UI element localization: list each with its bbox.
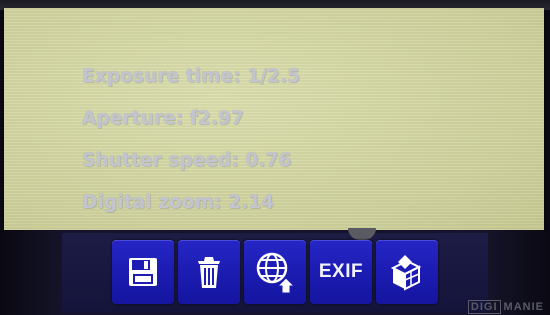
save-button[interactable] — [112, 240, 174, 304]
watermark: DIGI MANIE — [467, 300, 544, 314]
watermark-logo-part1: DIGI — [467, 300, 501, 314]
display-screen: Exposure time: 1/2.5 Aperture: f2.97 Shu… — [4, 8, 544, 230]
delete-button[interactable] — [178, 240, 240, 304]
exif-button[interactable]: EXIF — [310, 240, 372, 304]
crop-tool-icon — [390, 255, 422, 291]
exif-icon: EXIF — [318, 261, 364, 282]
aperture-label: Aperture: f2.97 — [82, 108, 244, 129]
shutter-speed-label: Shutter speed: 0.76 — [82, 150, 292, 171]
upload-to-web-button[interactable] — [244, 240, 306, 304]
edit-button[interactable] — [376, 240, 438, 304]
exposure-time-label: Exposure time: 1/2.5 — [82, 66, 301, 87]
watermark-logo-part2: MANIE — [503, 301, 544, 313]
save-disk-icon — [129, 258, 157, 286]
trash-icon — [198, 257, 220, 288]
digital-zoom-label: Digital zoom: 2.14 — [82, 192, 275, 213]
globe-upload-icon — [256, 252, 296, 294]
exif-info-panel: Exposure time: 1/2.5 Aperture: f2.97 Shu… — [82, 56, 300, 224]
